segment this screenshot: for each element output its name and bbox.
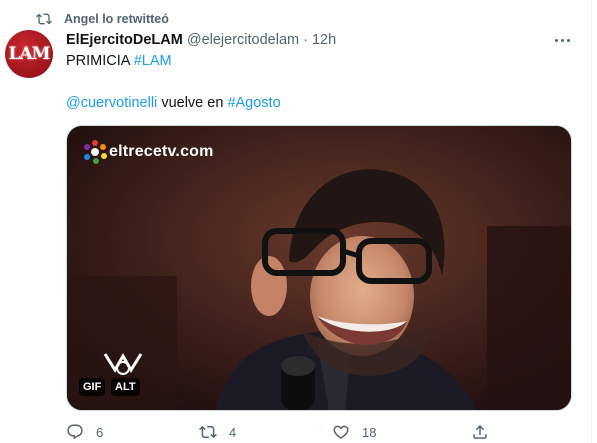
tweet-text-line-1: PRIMICIA #LAM bbox=[66, 51, 172, 71]
retweet-context: Angel lo retwitteó bbox=[36, 10, 169, 28]
tweet-text-plain: vuelve en bbox=[157, 95, 228, 111]
tweet-header: ElEjercitoDeLAM @elejercitodelam · 12h bbox=[66, 30, 336, 50]
reply-count: 6 bbox=[96, 424, 104, 440]
reply-button[interactable]: 6 bbox=[66, 422, 103, 442]
more-dot-icon bbox=[554, 38, 558, 42]
tweet-actions-bar: 6 4 18 bbox=[66, 422, 506, 442]
avatar-logo-text: LAM bbox=[8, 44, 51, 64]
reply-icon bbox=[67, 424, 83, 440]
more-dot-icon bbox=[560, 38, 564, 42]
share-button[interactable] bbox=[471, 422, 489, 442]
more-options-button[interactable] bbox=[551, 30, 573, 50]
heart-icon bbox=[333, 425, 349, 439]
tweet-timestamp[interactable]: 12h bbox=[312, 32, 336, 48]
mention-link[interactable]: @cuervotinelli bbox=[66, 95, 157, 111]
author-handle[interactable]: @elejercitodelam bbox=[187, 32, 299, 48]
gif-badge: GIF bbox=[79, 378, 106, 396]
share-icon bbox=[473, 424, 487, 439]
tweet-card[interactable]: Angel lo retwitteó LAM ElEjercitoDeLAM @… bbox=[0, 0, 592, 443]
tweet-text-line-2: @cuervotinelli vuelve en #Agosto bbox=[66, 93, 281, 113]
author-display-name[interactable]: ElEjercitoDeLAM bbox=[66, 32, 183, 48]
tweet-text-plain: PRIMICIA bbox=[66, 53, 134, 69]
gif-media[interactable]: eltrecetv.com GIF ALT bbox=[66, 125, 572, 411]
retweet-icon bbox=[199, 425, 217, 439]
author-avatar[interactable]: LAM bbox=[5, 30, 53, 78]
like-button[interactable]: 18 bbox=[332, 422, 376, 442]
hashtag-link-lam[interactable]: #LAM bbox=[134, 53, 172, 69]
alt-text-button[interactable]: ALT bbox=[111, 378, 140, 396]
like-count: 18 bbox=[362, 424, 377, 440]
more-dot-icon bbox=[566, 38, 570, 42]
retweet-context-text[interactable]: Angel lo retwitteó bbox=[64, 12, 169, 26]
retweet-count: 4 bbox=[229, 424, 237, 440]
header-separator: · bbox=[303, 32, 308, 48]
media-watermark-text: eltrecetv.com bbox=[109, 143, 214, 160]
retweet-button[interactable]: 4 bbox=[199, 422, 236, 442]
hashtag-link-agosto[interactable]: #Agosto bbox=[227, 95, 280, 111]
retweet-icon bbox=[36, 13, 52, 25]
gif-frame-image bbox=[67, 126, 571, 410]
